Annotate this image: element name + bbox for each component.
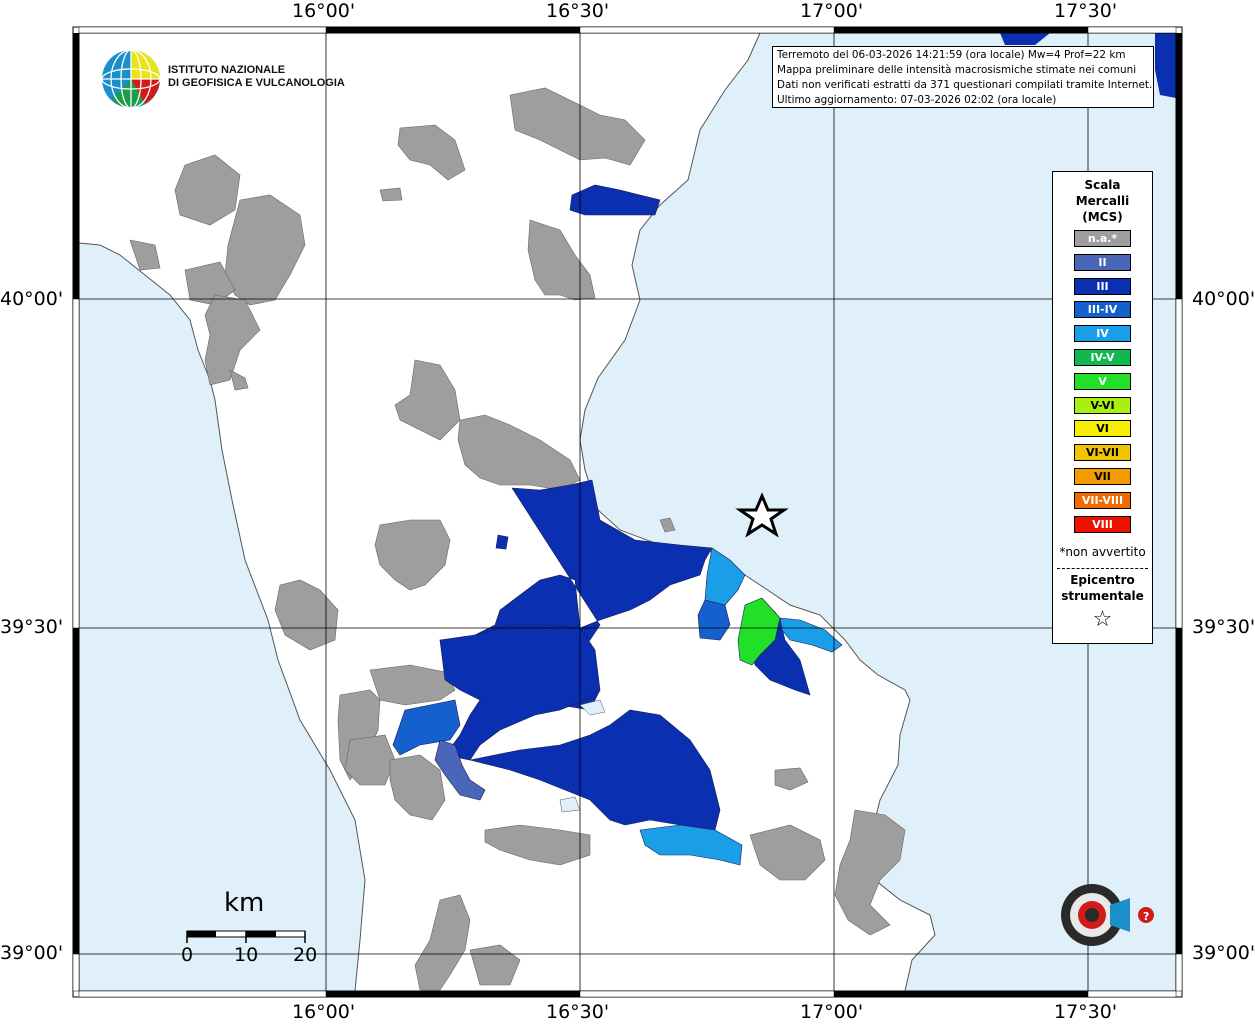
- legend-swatch: VIII: [1074, 515, 1131, 533]
- lon-label-top: 17°00': [800, 0, 864, 22]
- legend-swatch: V-VI: [1074, 396, 1131, 414]
- lon-label-bottom: 16°00': [292, 1001, 356, 1023]
- lat-label-left: 40°00': [0, 288, 64, 310]
- event-info-line: Terremoto del 06-03-2026 14:21:59 (ora l…: [777, 49, 1126, 61]
- legend-swatch: II: [1074, 253, 1131, 271]
- legend-swatch: VI-VII: [1074, 444, 1131, 462]
- ingv-logo-text: ISTITUTO NAZIONALE DI GEOFISICA E VULCAN…: [168, 64, 345, 90]
- lon-label-bottom: 16°30': [546, 1001, 610, 1023]
- legend-swatch: III-IV: [1074, 301, 1131, 319]
- event-info-line: Dati non verificati estratti da 371 ques…: [777, 79, 1153, 91]
- ingv-globe-logo: [101, 49, 161, 109]
- legend-swatch: VI: [1074, 420, 1131, 438]
- scale-label: 0: [181, 944, 194, 966]
- ingv-logo-line: ISTITUTO NAZIONALE: [168, 64, 286, 76]
- event-info-box: Terremoto del 06-03-2026 14:21:59 (ora l…: [772, 46, 1154, 108]
- legend-swatch: n.a.*: [1074, 230, 1131, 247]
- legend-star-icon: ☆: [1092, 607, 1113, 632]
- legend-title-line: Mercalli: [1075, 194, 1130, 208]
- lon-label-top: 16°30': [546, 0, 610, 22]
- legend-swatch: III: [1074, 277, 1131, 295]
- epicenter-label-line: Epicentro: [1070, 573, 1135, 587]
- haisentito-logo: ?: [1061, 884, 1154, 946]
- mcs-legend: Scala Mercalli (MCS) n.a.* II III III-IV IV I…: [1052, 171, 1153, 644]
- legend-title-line: Scala: [1084, 178, 1121, 192]
- lat-label-right: 40°00': [1192, 288, 1255, 310]
- event-info-line: Ultimo aggiornamento: 07-03-2026 02:02 (…: [777, 94, 1057, 106]
- legend-divider: [1057, 568, 1148, 569]
- lat-label-left: 39°00': [0, 942, 64, 964]
- legend-swatch: V: [1074, 372, 1131, 390]
- scale-label: 10: [234, 944, 259, 966]
- scale-unit: km: [224, 888, 265, 918]
- legend-swatch: IV: [1074, 325, 1131, 343]
- legend-epicenter-label: Epicentro strumentale: [1053, 572, 1152, 604]
- legend-swatch: VII-VIII: [1074, 491, 1131, 509]
- epicenter-label-line: strumentale: [1061, 589, 1144, 603]
- lat-label-right: 39°00': [1192, 942, 1255, 964]
- legend-swatch: IV-V: [1074, 349, 1131, 366]
- lon-label-top: 16°00': [292, 0, 356, 22]
- ingv-logo-line: DI GEOFISICA E VULCANOLOGIA: [168, 77, 345, 89]
- legend-swatch: VII: [1074, 468, 1131, 485]
- lon-label-bottom: 17°00': [800, 1001, 864, 1023]
- scale-label: 20: [293, 944, 318, 966]
- lat-label-left: 39°30': [0, 616, 64, 638]
- lat-label-right: 39°30': [1192, 616, 1255, 638]
- legend-title-line: (MCS): [1082, 210, 1123, 224]
- svg-text:?: ?: [1143, 910, 1149, 923]
- event-info-line: Mappa preliminare delle intensità macros…: [777, 64, 1137, 76]
- lon-label-bottom: 17°30': [1054, 1001, 1118, 1023]
- lon-label-top: 17°30': [1054, 0, 1118, 22]
- legend-note: *non avvertito: [1059, 545, 1146, 559]
- legend-title: Scala Mercalli (MCS): [1053, 177, 1152, 225]
